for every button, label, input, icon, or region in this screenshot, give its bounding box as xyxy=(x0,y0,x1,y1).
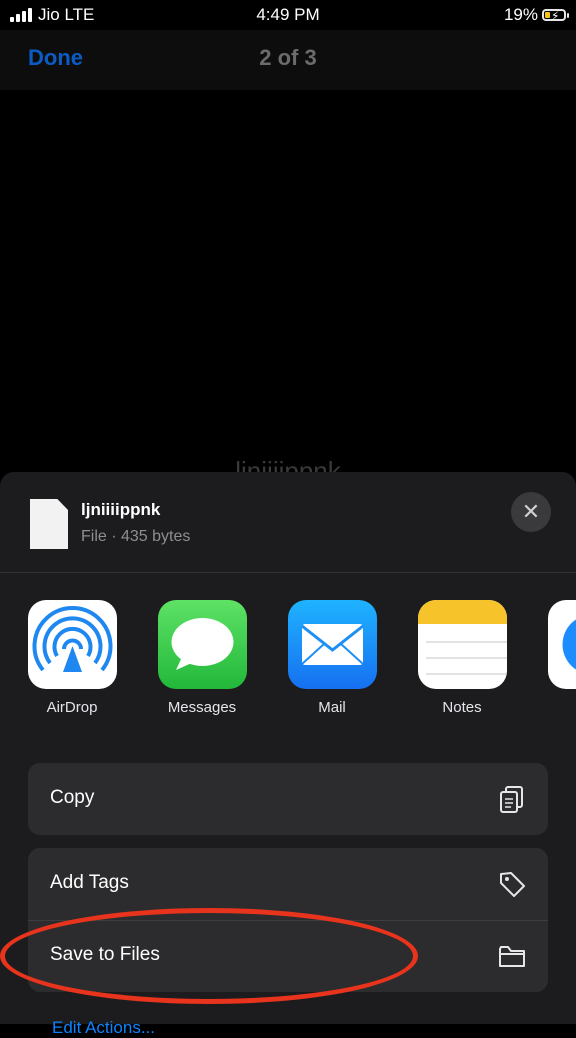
action-copy[interactable]: Copy xyxy=(28,763,548,835)
app-mail[interactable]: Mail xyxy=(282,600,382,716)
share-header: ljniiiippnk File · 435 bytes ✕ xyxy=(0,472,576,573)
app-messages[interactable]: Messages xyxy=(152,600,252,716)
copy-icon xyxy=(498,785,526,813)
messages-icon xyxy=(158,600,247,689)
navigation-bar: Done 2 of 3 xyxy=(0,30,576,90)
edit-actions-link[interactable]: Edit Actions... xyxy=(52,1018,155,1038)
app-row: AirDrop Messages Mail xyxy=(0,600,576,730)
app-label: AirDrop xyxy=(22,699,122,716)
action-label: Add Tags xyxy=(50,872,129,894)
document-icon xyxy=(30,499,68,549)
battery-icon: ⚡ xyxy=(542,9,566,21)
copy-group: Copy xyxy=(28,763,548,835)
mail-icon xyxy=(288,600,377,689)
folder-icon xyxy=(498,942,526,970)
airdrop-icon xyxy=(28,600,117,689)
app-label: Messages xyxy=(152,699,252,716)
app-messenger[interactable]: Me xyxy=(542,600,576,716)
status-bar: Jio LTE 4:49 PM 19% ⚡ xyxy=(0,0,576,30)
app-label: Notes xyxy=(412,699,512,716)
app-notes[interactable]: Notes xyxy=(412,600,512,716)
clock: 4:49 PM xyxy=(0,5,576,25)
close-button[interactable]: ✕ xyxy=(511,492,551,532)
file-name: ljniiiippnk xyxy=(81,500,160,520)
app-airdrop[interactable]: AirDrop xyxy=(22,600,122,716)
action-add-tags[interactable]: Add Tags xyxy=(28,848,548,920)
close-icon: ✕ xyxy=(522,499,540,525)
app-label: Mail xyxy=(282,699,382,716)
battery-percent: 19% xyxy=(504,5,538,25)
page-counter: 2 of 3 xyxy=(0,45,576,71)
notes-icon xyxy=(418,600,507,689)
battery-status: 19% ⚡ xyxy=(504,5,566,25)
app-label: Me xyxy=(542,699,576,716)
action-label: Copy xyxy=(50,787,94,809)
messenger-icon xyxy=(548,600,576,689)
annotation-ellipse xyxy=(0,908,418,1004)
file-meta: File · 435 bytes xyxy=(81,528,190,546)
tag-icon xyxy=(498,870,526,898)
